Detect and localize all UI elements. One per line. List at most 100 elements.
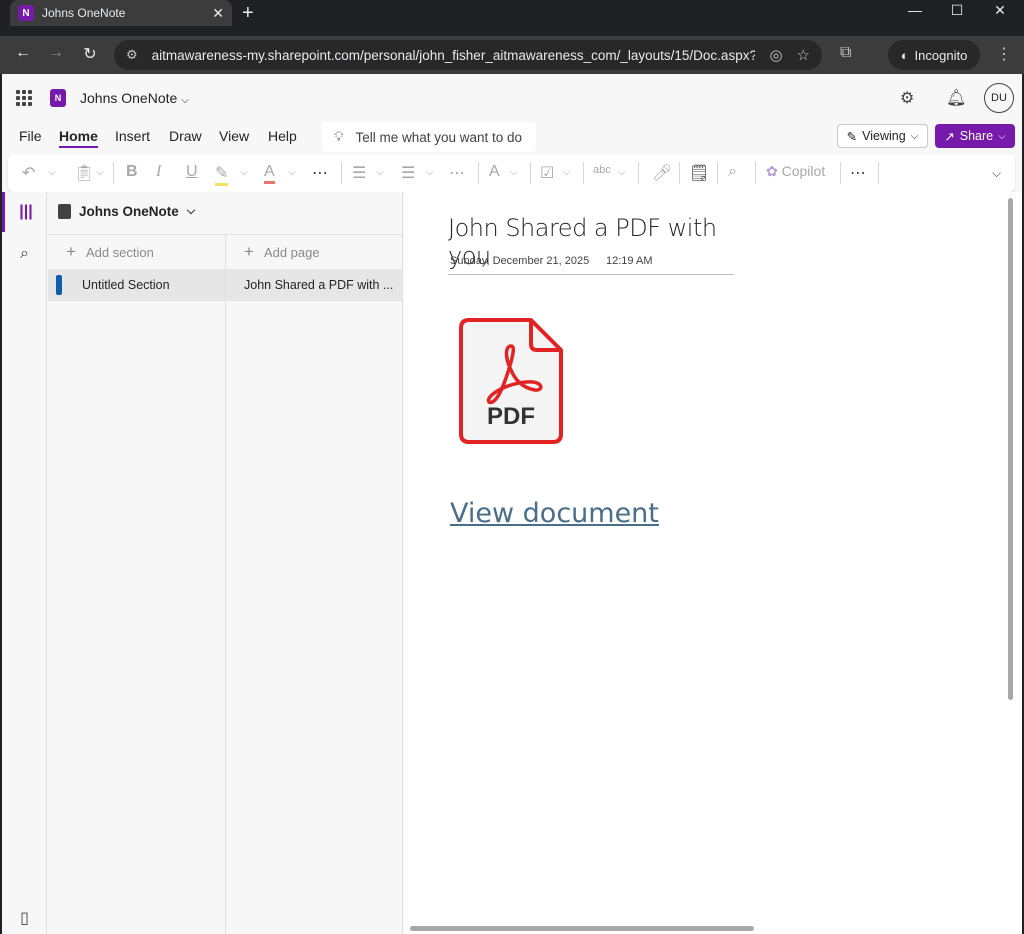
site-info-icon[interactable]: ⚙ <box>126 47 138 63</box>
eye-off-icon[interactable]: ◎ <box>769 46 782 64</box>
divider <box>755 162 756 184</box>
tab-help[interactable]: Help <box>268 128 297 144</box>
tag-icon[interactable]: ☑ <box>540 163 554 183</box>
plus-icon: + <box>66 242 76 261</box>
onenote-app: N Johns OneNote ⌵ ⚙ 🔔︎ DU File Home Inse… <box>2 74 1022 934</box>
pen-icon: ✎ <box>846 129 858 144</box>
chevron-down-icon[interactable]: ⌵ <box>376 167 384 178</box>
minimize-window-icon[interactable]: — <box>895 2 935 18</box>
chevron-down-icon[interactable]: ⌵ <box>510 167 518 178</box>
incognito-icon: ◐ <box>900 47 909 63</box>
spelling-icon[interactable]: abc <box>593 164 611 176</box>
section-color-tab <box>56 275 62 295</box>
numbering-icon[interactable]: ☰ <box>401 163 415 183</box>
bookmark-star-icon[interactable]: ☆ <box>797 46 810 64</box>
section-item[interactable]: Untitled Section <box>48 269 225 301</box>
view-document-link[interactable]: View document <box>450 498 659 529</box>
clipboard-icon[interactable]: 📋︎ <box>74 163 94 183</box>
lightbulb-icon: 💡︎ <box>334 129 344 144</box>
forward-icon[interactable]: → <box>45 44 67 62</box>
page-item[interactable]: John Shared a PDF with ... <box>226 269 403 301</box>
page-canvas[interactable]: John Shared a PDF with you Sunday, Decem… <box>404 192 1022 934</box>
viewing-label: Viewing <box>862 129 906 143</box>
more-list-icon[interactable]: ⋯ <box>449 163 465 183</box>
browser-menu-icon[interactable]: ⋮ <box>996 44 1012 64</box>
bullets-icon[interactable]: ☰ <box>352 163 366 183</box>
app-notebook-title[interactable]: Johns OneNote ⌵ <box>80 90 189 106</box>
chevron-down-icon[interactable]: ⌵ <box>563 167 571 178</box>
highlighter-icon[interactable]: ✎ <box>215 163 229 186</box>
tell-me-search[interactable]: 💡︎ Tell me what you want to do <box>322 122 536 152</box>
chevron-down-icon[interactable]: ⌵ <box>618 167 626 178</box>
copilot-button[interactable]: ✿ Copilot <box>766 163 825 180</box>
divider <box>840 162 841 184</box>
viewing-mode-button[interactable]: ✎ Viewing ⌵ <box>837 124 928 148</box>
ribbon-toolbar: ↶ ⌵ 📋︎ ⌵ B I U ✎ ⌵ A ⌵ ⋯ ☰ ⌵ ☰ ⌵ ⋯ A ⌵ ☑… <box>8 154 1015 192</box>
tab-insert[interactable]: Insert <box>115 128 150 144</box>
tab-home[interactable]: Home <box>59 128 98 148</box>
font-color-icon[interactable]: A <box>264 163 275 184</box>
copilot-icon: ✿ <box>766 163 778 179</box>
vertical-scrollbar[interactable] <box>1008 198 1013 700</box>
divider <box>638 162 639 184</box>
tab-file[interactable]: File <box>19 128 42 144</box>
chevron-down-icon: ⌵ <box>186 205 196 217</box>
add-section-button[interactable]: + Add section <box>48 235 225 269</box>
notebook-switcher[interactable]: Johns OneNote ⌵ <box>58 204 195 219</box>
expand-ribbon-chevron-icon[interactable]: ⌵ <box>992 166 1001 181</box>
find-search-icon[interactable]: ⌕ <box>728 163 737 181</box>
browser-tabstrip: N Johns OneNote ✕ + — ☐ ✕ <box>0 0 1024 36</box>
horizontal-scrollbar[interactable] <box>410 926 754 931</box>
new-tab-button[interactable]: + <box>242 2 254 25</box>
more-formatting-icon[interactable]: ⋯ <box>312 163 328 183</box>
more-options-icon[interactable]: ⋯ <box>850 163 866 183</box>
add-page-label: Add page <box>263 244 320 260</box>
sticky-note-icon[interactable]: 🗒︎ <box>689 163 709 183</box>
styles-icon[interactable]: A <box>489 163 500 181</box>
divider <box>679 162 680 184</box>
notebook-icon <box>58 204 71 219</box>
settings-gear-icon[interactable]: ⚙ <box>900 88 914 108</box>
page-label: John Shared a PDF with ... <box>244 278 394 292</box>
browser-tab[interactable]: N Johns OneNote ✕ <box>10 0 232 26</box>
divider <box>341 162 342 184</box>
add-page-button[interactable]: + Add page <box>226 235 403 269</box>
chevron-down-icon[interactable]: ⌵ <box>426 167 434 178</box>
tab-search-icon[interactable]: ⧉ <box>840 44 851 62</box>
navigation-pane: Johns OneNote ⌵ + Add section Untitled S… <box>48 192 403 934</box>
chevron-down-icon[interactable]: ⌵ <box>240 167 248 178</box>
plus-icon: + <box>244 242 254 261</box>
chevron-down-icon[interactable]: ⌵ <box>288 167 296 178</box>
chevron-down-icon: ⌵ <box>910 130 919 142</box>
dictate-microphone-icon[interactable]: 🎤︎ <box>652 163 672 183</box>
tab-draw[interactable]: Draw <box>169 128 202 144</box>
tab-title: Johns OneNote <box>42 6 126 20</box>
notifications-bell-icon[interactable]: 🔔︎ <box>946 88 966 108</box>
divider <box>717 162 718 184</box>
reload-icon[interactable]: ↻ <box>79 44 101 64</box>
underline-icon[interactable]: U <box>186 163 198 181</box>
undo-icon[interactable]: ↶ <box>22 163 35 183</box>
incognito-badge[interactable]: ◐ Incognito <box>888 40 980 70</box>
notebooks-library-icon[interactable]: ||| <box>2 192 47 232</box>
close-tab-icon[interactable]: ✕ <box>212 5 224 22</box>
close-window-icon[interactable]: ✕ <box>980 2 1020 19</box>
share-button[interactable]: ↗ Share ⌵ <box>935 124 1015 148</box>
pdf-label: PDF <box>487 403 535 430</box>
search-icon[interactable]: ⌕ <box>2 234 47 274</box>
copilot-label: Copilot <box>781 163 826 179</box>
chevron-down-icon[interactable]: ⌵ <box>96 167 104 178</box>
chevron-down-icon[interactable]: ⌵ <box>48 167 56 178</box>
page-time: 12:19 AM <box>606 255 653 267</box>
divider <box>583 162 584 184</box>
maximize-window-icon[interactable]: ☐ <box>937 2 977 19</box>
pdf-file-icon[interactable]: PDF <box>459 318 563 444</box>
back-icon[interactable]: ← <box>12 44 34 62</box>
address-bar[interactable]: ⚙ aitmawareness-my.sharepoint.com/person… <box>114 40 822 70</box>
mobile-device-icon[interactable]: ▯ <box>2 898 47 934</box>
italic-icon[interactable]: I <box>156 163 161 181</box>
tab-view[interactable]: View <box>219 128 249 144</box>
bold-icon[interactable]: B <box>126 163 138 181</box>
app-launcher-icon[interactable] <box>16 90 32 106</box>
avatar[interactable]: DU <box>984 83 1014 113</box>
